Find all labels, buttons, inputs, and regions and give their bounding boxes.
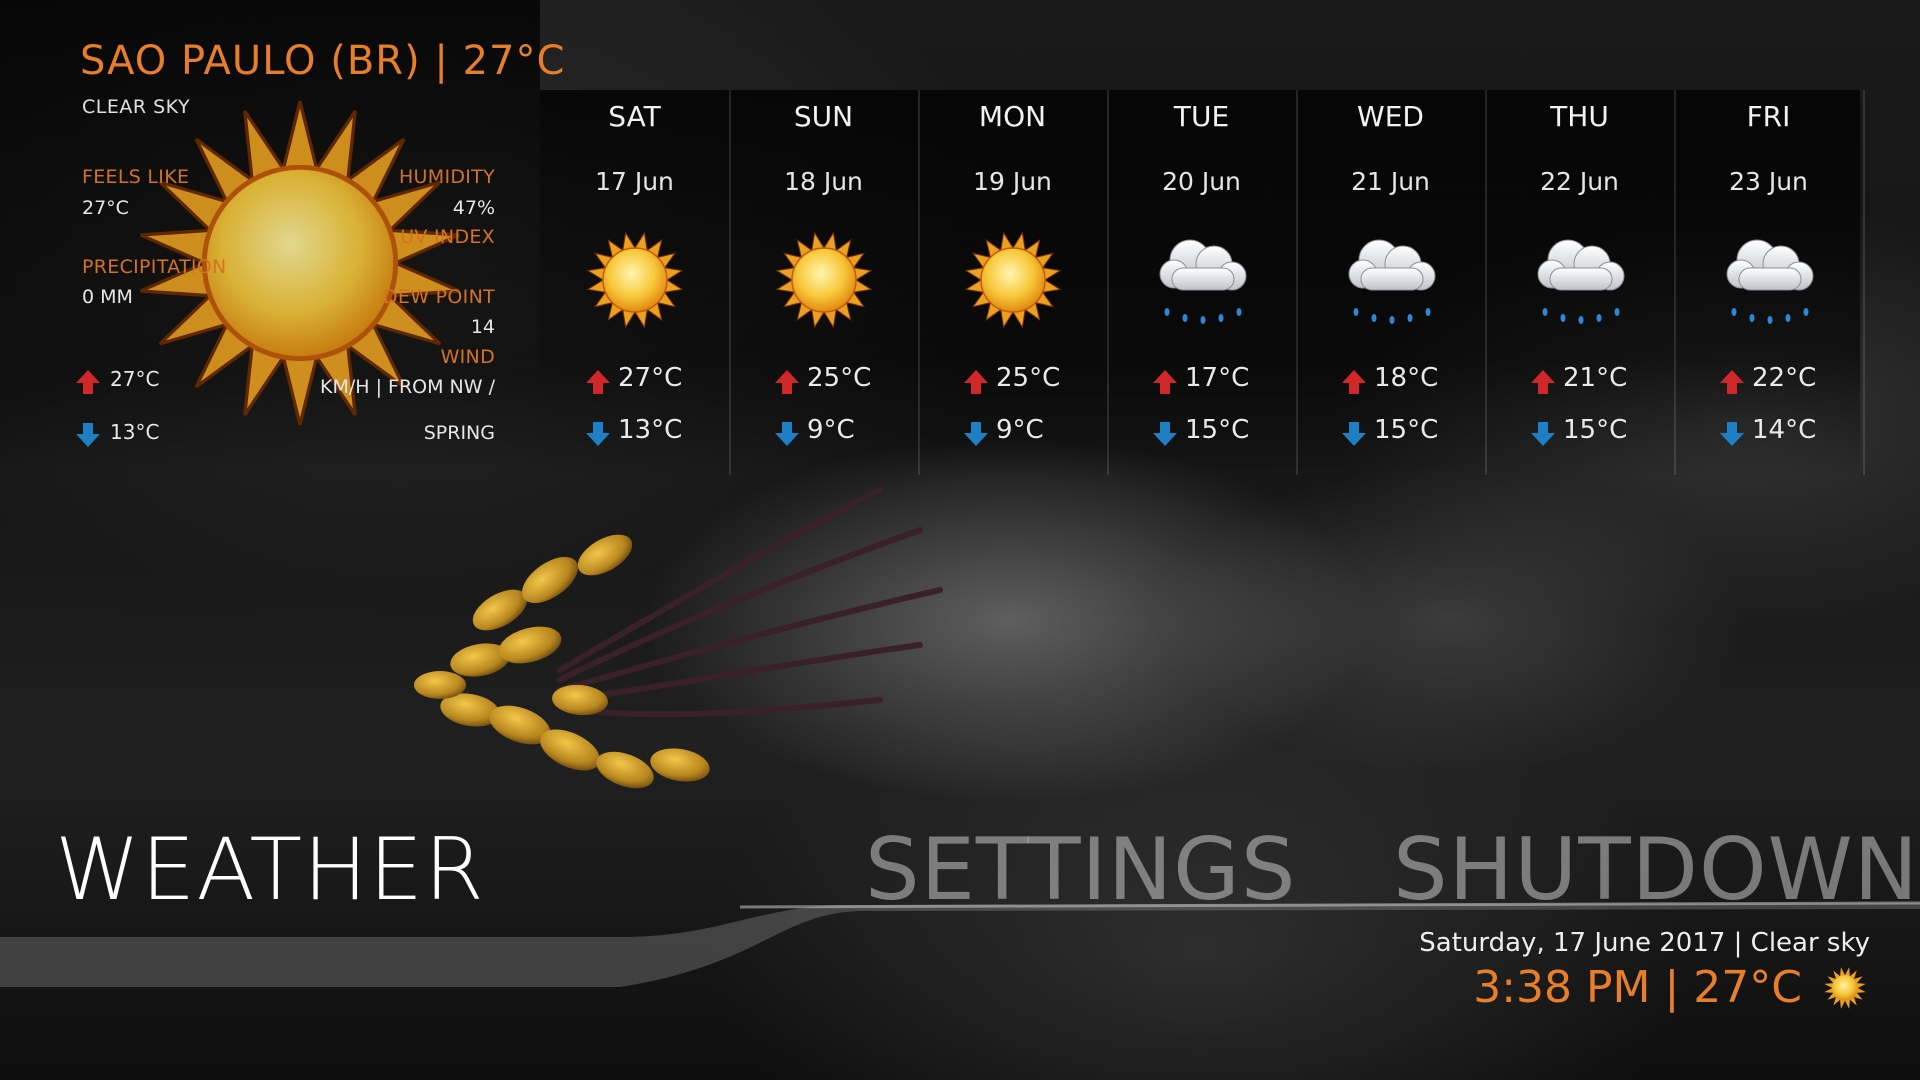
date-condition-line: Saturday, 17 June 2017 | Clear sky [1419,928,1870,958]
forecast-day-wed: WED 21 Jun 18°C 15°C [1296,90,1487,475]
forecast-low-temp: 15°C [1563,415,1628,445]
humidity-value: 47% [452,197,495,219]
forecast-high-temp: 25°C [996,363,1061,393]
forecast-day-mon: MON 19 Jun 25°C 9°C [918,90,1109,475]
feels-like-label: FEELS LIKE [82,166,190,188]
forecast-high-temp: 17°C [1185,363,1250,393]
current-high-temp: 27°C [110,367,160,391]
forecast-date: 18 Jun [784,167,863,196]
forecast-day-thu: THU 22 Jun 21°C 15°C [1485,90,1676,475]
forecast-date: 23 Jun [1729,167,1808,196]
sun-icon [585,230,685,340]
arrow-up-icon [586,370,610,394]
arrow-down-icon [964,422,988,446]
sun-icon [963,230,1063,340]
forecast-low-temp: 15°C [1185,415,1250,445]
rain-cloud-icon [1152,230,1252,340]
sun-icon [1824,967,1866,1009]
precipitation-label: PRECIPITATION [82,256,227,278]
forecast-day-name: WED [1357,100,1424,133]
arrow-up-icon [964,370,988,394]
flower-stamen-image [414,487,943,789]
forecast-day-name: SAT [608,100,661,133]
dew-point-value: 14 [470,316,495,338]
city-temperature-heading: SAO PAULO (BR) | 27°C [80,38,566,84]
forecast-day-name: MON [978,100,1047,133]
menu-item-weather[interactable]: WEATHER [55,820,485,920]
forecast-day-fri: FRI 23 Jun 22°C 14°C [1674,90,1865,475]
forecast-low-temp: 9°C [996,415,1044,445]
menu-item-shutdown[interactable]: SHUTDOWN [1393,820,1919,920]
season-value: SPRING [423,422,495,444]
forecast-date: 21 Jun [1351,167,1430,196]
arrow-down-icon [1531,422,1555,446]
forecast-low-temp: 14°C [1752,415,1817,445]
forecast-low-temp: 9°C [807,415,855,445]
arrow-down-icon [76,423,100,447]
humidity-label: HUMIDITY [398,166,495,188]
wind-value: KM/H | FROM NW / [320,376,495,398]
arrow-down-icon [1720,422,1744,446]
arrow-down-icon [775,422,799,446]
forecast-date: 19 Jun [973,167,1052,196]
arrow-down-icon [1342,422,1366,446]
forecast-date: 17 Jun [595,167,674,196]
wind-label: WIND [440,346,495,368]
forecast-day-sat: SAT 17 Jun 27°C 13°C [540,90,731,475]
precipitation-value: 0 MM [82,286,133,308]
current-low-temp: 13°C [110,420,160,444]
arrow-up-icon [76,370,100,394]
dew-point-label: DEW POINT [383,286,495,308]
arrow-up-icon [1342,370,1366,394]
feels-like-value: 27°C [82,197,129,219]
current-condition-text: CLEAR SKY [82,96,191,118]
forecast-day-name: THU [1550,100,1609,133]
rain-cloud-icon [1341,230,1441,340]
forecast-day-sun: SUN 18 Jun 25°C 9°C [729,90,920,475]
rain-cloud-icon [1530,230,1630,340]
arrow-up-icon [1531,370,1555,394]
arrow-up-icon [1720,370,1744,394]
forecast-low-temp: 13°C [618,415,683,445]
forecast-day-name: SUN [793,100,854,133]
forecast-date: 20 Jun [1162,167,1241,196]
uv-index-label: UV INDEX [400,226,495,248]
arrow-down-icon [586,422,610,446]
menu-item-settings[interactable]: SETTINGS [865,820,1296,920]
forecast-day-tue: TUE 20 Jun 17°C 15°C [1107,90,1298,475]
forecast-high-temp: 27°C [618,363,683,393]
forecast-low-temp: 15°C [1374,415,1439,445]
arrow-up-icon [775,370,799,394]
forecast-high-temp: 18°C [1374,363,1439,393]
arrow-down-icon [1153,422,1177,446]
arrow-up-icon [1153,370,1177,394]
rain-cloud-icon [1719,230,1819,340]
forecast-high-temp: 22°C [1752,363,1817,393]
forecast-high-temp: 21°C [1563,363,1628,393]
forecast-high-temp: 25°C [807,363,872,393]
time-temperature-line: 3:38 PM | 27°C [1473,962,1802,1013]
forecast-day-name: TUE [1173,100,1230,133]
forecast-date: 22 Jun [1540,167,1619,196]
forecast-day-name: FRI [1746,100,1791,133]
sun-icon [774,230,874,340]
